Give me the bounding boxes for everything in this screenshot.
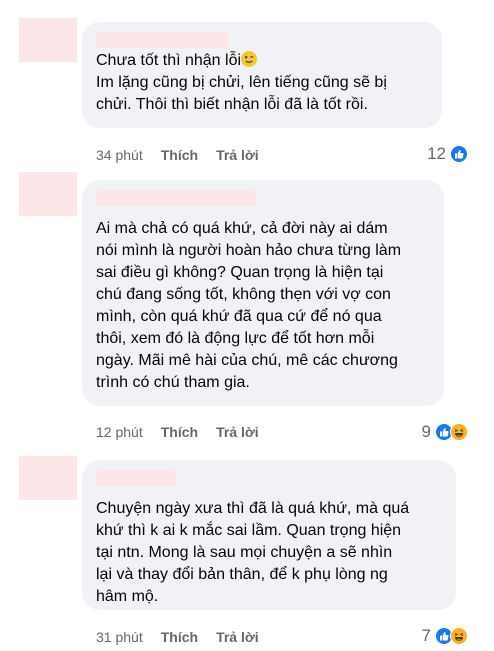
reaction-count: 7 xyxy=(421,626,431,645)
author-name-redacted[interactable] xyxy=(96,470,176,486)
reaction-summary[interactable]: 12 xyxy=(427,142,468,166)
author-name-redacted[interactable] xyxy=(96,190,256,206)
comment-time[interactable]: 12 phút xyxy=(96,424,143,440)
like-button[interactable]: Thích xyxy=(161,629,198,645)
reply-button[interactable]: Trả lời xyxy=(216,147,259,163)
comment-actions: 34 phút Thích Trả lời xyxy=(96,145,277,165)
reaction-count: 12 xyxy=(427,144,446,163)
like-icon xyxy=(450,145,468,163)
reply-button[interactable]: Trả lời xyxy=(216,629,259,645)
winking-face-emoji-icon xyxy=(241,51,258,67)
comment-bubble: Ai mà chả có quá khứ, cả đời này ai dám … xyxy=(82,180,444,406)
comment-text: Chuyện ngày xưa thì đã là quá khứ, mà qu… xyxy=(96,500,410,605)
avatar[interactable] xyxy=(19,456,77,500)
reaction-summary[interactable]: 9 xyxy=(422,420,468,444)
avatar[interactable] xyxy=(19,18,77,62)
haha-icon xyxy=(450,627,468,645)
comment-bubble: Chưa tốt thì nhận lỗi Im lặng cũng bị ch… xyxy=(82,22,442,128)
comment-text: Im lặng cũng bị chửi, lên tiếng cũng sẽ … xyxy=(96,74,387,113)
comment-time[interactable]: 34 phút xyxy=(96,147,143,163)
avatar[interactable] xyxy=(19,172,77,216)
comment-heading: Chưa tốt thì nhận lỗi xyxy=(96,50,428,72)
haha-icon xyxy=(450,423,468,441)
comment-text: Ai mà chả có quá khứ, cả đời này ai dám … xyxy=(96,220,402,391)
comment-bubble: Chuyện ngày xưa thì đã là quá khứ, mà qu… xyxy=(82,460,456,610)
author-name-redacted[interactable] xyxy=(96,32,228,48)
reaction-summary[interactable]: 7 xyxy=(422,624,468,648)
comment-actions: 12 phút Thích Trả lời xyxy=(96,422,277,442)
reply-button[interactable]: Trả lời xyxy=(216,424,259,440)
comment-time[interactable]: 31 phút xyxy=(96,629,143,645)
comment-heading-text: Chưa tốt thì nhận lỗi xyxy=(96,52,242,69)
like-button[interactable]: Thích xyxy=(161,147,198,163)
comment-actions: 31 phút Thích Trả lời xyxy=(96,627,277,647)
like-button[interactable]: Thích xyxy=(161,424,198,440)
reaction-count: 9 xyxy=(421,422,431,441)
